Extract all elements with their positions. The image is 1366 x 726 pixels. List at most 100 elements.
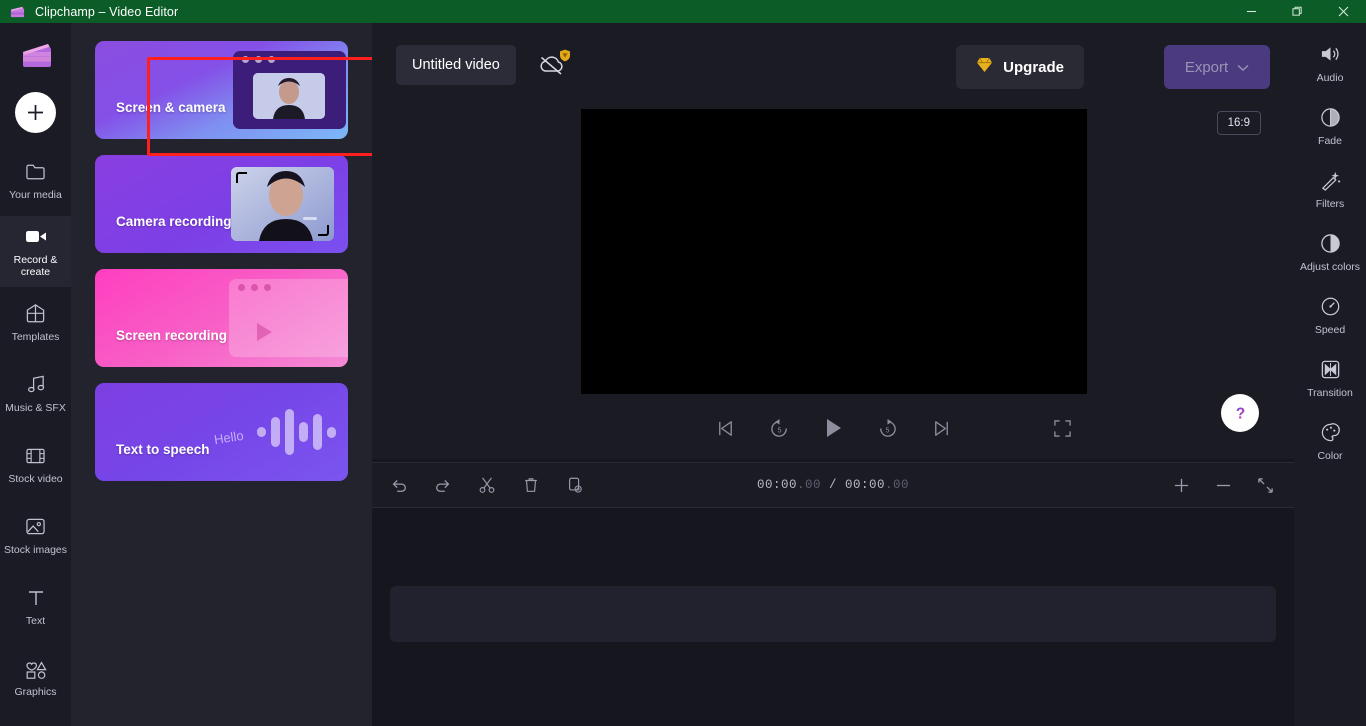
hello-art-text: Hello <box>213 427 245 448</box>
window-dot <box>242 56 249 63</box>
window-art-titlebar <box>233 51 346 68</box>
window-with-play-art <box>229 279 348 357</box>
window-titlebar: Clipchamp – Video Editor <box>0 0 1366 23</box>
right-tool-label: Audio <box>1316 72 1344 84</box>
timeline-toolbar: 00:00.00 / 00:00.00 <box>372 462 1294 508</box>
play-triangle-icon <box>257 323 272 341</box>
skip-back-icon[interactable] <box>710 413 740 443</box>
card-label: Screen recording <box>116 328 228 343</box>
timecode-total-frac: .00 <box>885 478 910 492</box>
project-title-input[interactable]: Untitled video <box>396 45 516 85</box>
skip-forward-icon[interactable] <box>926 413 956 443</box>
help-button[interactable]: ? <box>1221 394 1259 432</box>
add-media-button[interactable] <box>15 92 56 133</box>
video-preview-canvas[interactable] <box>581 109 1087 394</box>
text-icon <box>26 587 46 609</box>
sidebar-item-stock-video[interactable]: Stock video <box>0 429 71 500</box>
window-dot <box>268 56 275 63</box>
card-label: Screen & camera <box>116 100 226 115</box>
waveform-bar <box>313 414 322 450</box>
record-cards-list: Screen & camera Camera recording Screen … <box>71 23 372 481</box>
record-create-panel: Screen & camera Camera recording Screen … <box>71 23 439 726</box>
right-tool-speed[interactable]: Speed <box>1294 289 1366 341</box>
editor-header: Untitled video Upgrade Export <box>372 45 1294 93</box>
upgrade-label: Upgrade <box>1003 58 1064 76</box>
sidebar-item-templates[interactable]: Templates <box>0 287 71 358</box>
left-sidebar: Your media Record & create Templates Music … <box>0 23 71 726</box>
window-art-titlebar <box>229 279 348 296</box>
window-dot <box>251 284 258 291</box>
close-icon[interactable] <box>1320 0 1366 23</box>
right-tool-label: Transition <box>1307 387 1353 399</box>
sidebar-item-text[interactable]: Text <box>0 571 71 642</box>
clipchamp-logo-icon[interactable] <box>16 36 56 76</box>
sidebar-item-stock-images[interactable]: Stock images <box>0 500 71 571</box>
waveform-bar <box>299 422 308 442</box>
card-screen-recording[interactable]: Screen recording <box>95 269 348 367</box>
forward-5-icon[interactable]: 5 <box>872 413 902 443</box>
shapes-icon <box>25 658 47 680</box>
aspect-ratio-badge[interactable]: 16:9 <box>1216 111 1261 135</box>
timeline-area[interactable] <box>372 508 1294 726</box>
left-sidebar-items: Your media Record & create Templates Music … <box>0 145 71 713</box>
right-tool-label: Filters <box>1315 198 1345 210</box>
preview-stage: Untitled video Upgrade Export 16:9 5 5 ? <box>372 23 1294 459</box>
clipchamp-window: Clipchamp – Video Editor Your media Reco… <box>0 0 1366 726</box>
fit-to-screen-icon[interactable] <box>1248 470 1282 500</box>
waveform-bar <box>257 427 266 437</box>
waveform-bar <box>285 409 294 455</box>
waveform-bar <box>327 426 336 438</box>
card-label: Text to speech <box>116 442 210 457</box>
timecode-display: 00:00.00 / 00:00.00 <box>372 478 1294 492</box>
card-screen-and-camera[interactable]: Screen & camera <box>95 41 348 139</box>
sidebar-item-label: Templates <box>11 330 60 343</box>
timeline-zoom-controls <box>1164 470 1282 500</box>
timecode-total: 00:00 <box>845 478 886 492</box>
right-tool-label: Speed <box>1314 324 1346 336</box>
sidebar-item-label: Stock images <box>3 543 68 556</box>
minimize-icon[interactable] <box>1228 0 1274 23</box>
right-tool-transition[interactable]: Transition <box>1294 352 1366 404</box>
sidebar-item-music-sfx[interactable]: Music & SFX <box>0 358 71 429</box>
fullscreen-icon[interactable] <box>1047 413 1077 443</box>
export-button[interactable]: Export <box>1164 45 1270 89</box>
sidebar-item-graphics[interactable]: Graphics <box>0 642 71 713</box>
magic-wand-icon <box>1320 168 1341 192</box>
right-tool-adjust-colors[interactable]: Adjust colors <box>1294 226 1366 278</box>
film-strip-icon <box>25 445 46 467</box>
restore-icon[interactable] <box>1274 0 1320 23</box>
card-text-to-speech[interactable]: Hello Text to speech <box>95 383 348 481</box>
timecode-separator: / <box>820 478 845 492</box>
sidebar-item-label: Text <box>25 614 46 627</box>
svg-text:5: 5 <box>777 426 781 434</box>
zoom-out-icon[interactable] <box>1206 470 1240 500</box>
music-note-icon <box>25 374 46 396</box>
rewind-5-icon[interactable]: 5 <box>764 413 794 443</box>
pip-thumbnail <box>253 73 325 119</box>
svg-text:?: ? <box>1235 405 1244 422</box>
image-icon <box>25 516 46 538</box>
right-tool-color[interactable]: Color <box>1294 415 1366 467</box>
timeline-track-placeholder[interactable] <box>390 586 1276 642</box>
sidebar-item-label: Stock video <box>8 472 63 485</box>
sidebar-item-label: Music & SFX <box>5 401 66 414</box>
transition-icon <box>1320 357 1341 381</box>
window-dot <box>255 56 262 63</box>
window-with-pip-art <box>233 51 346 129</box>
card-camera-recording[interactable]: Camera recording <box>95 155 348 253</box>
focus-corner-icon <box>318 225 329 236</box>
video-camera-icon <box>25 226 47 248</box>
right-tool-audio[interactable]: Audio <box>1294 37 1366 89</box>
right-tool-filters[interactable]: Filters <box>1294 163 1366 215</box>
play-icon[interactable] <box>818 413 848 443</box>
cloud-off-icon[interactable] <box>537 49 570 81</box>
sidebar-item-your-media[interactable]: Your media <box>0 145 71 216</box>
zoom-in-icon[interactable] <box>1164 470 1198 500</box>
templates-icon <box>25 303 46 325</box>
upgrade-button[interactable]: Upgrade <box>956 45 1084 89</box>
right-tool-fade[interactable]: Fade <box>1294 100 1366 152</box>
player-controls: 5 5 <box>372 403 1294 453</box>
sidebar-item-record-create[interactable]: Record & create <box>0 216 71 287</box>
folder-icon <box>25 161 46 183</box>
timecode-current: 00:00 <box>756 478 797 492</box>
